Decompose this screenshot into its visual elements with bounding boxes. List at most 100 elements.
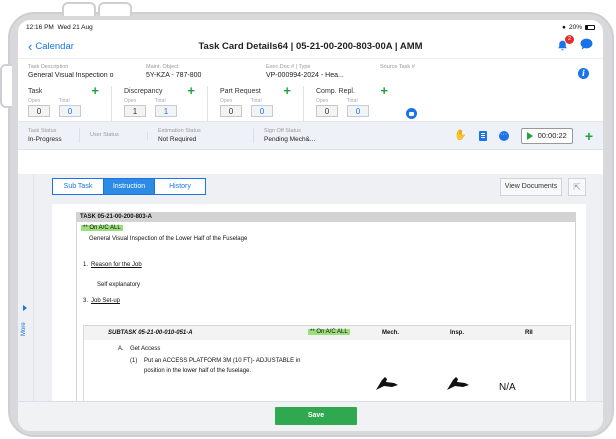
subtask-title: SUBTASK 05-21-00-010-051-A	[108, 330, 193, 336]
part-request-total-count[interactable]: 0	[251, 105, 273, 117]
info-icon[interactable]: i	[578, 68, 589, 79]
sub-step-number: (1)	[130, 358, 138, 364]
expand-arrow-icon	[23, 305, 27, 311]
comp-repl-total-count[interactable]: 0	[347, 105, 369, 117]
more-side-panel[interactable]: More	[18, 174, 34, 431]
hardware-button-side	[0, 64, 12, 108]
subtask-applicability: ** On A/C ALL	[308, 329, 350, 335]
estimation-status: Estimation Status Not Required	[158, 128, 254, 143]
comp-repl-open-count: 0	[316, 105, 338, 117]
discrepancy-open-count: 1	[124, 105, 146, 117]
discrepancy-total-count[interactable]: 1	[155, 105, 177, 117]
sub-step-title: Get Access	[130, 346, 161, 352]
open-label: Open	[316, 98, 329, 104]
task-counter-title: Task	[28, 87, 43, 95]
add-comp-repl-plus-icon[interactable]: +	[380, 84, 388, 97]
chat-button[interactable]	[580, 37, 593, 55]
back-label: Calendar	[35, 40, 74, 52]
signoff-status: Sign Off Status Pending Mech&...	[264, 128, 364, 143]
tab-history[interactable]: History	[154, 178, 206, 195]
part-request-counter: Part Request + Open Total 00	[220, 84, 304, 121]
hardware-button-top-right	[98, 2, 132, 16]
estimation-status-label: Estimation Status	[158, 128, 201, 134]
task-status-value: In-Progress	[28, 136, 62, 143]
maint-object-label: Maint. Object	[146, 64, 179, 70]
status-row: Task Status In-Progress User Status Esti…	[18, 122, 603, 150]
expand-fullscreen-icon[interactable]: ⇱	[568, 178, 586, 196]
comp-repl-counter-title: Comp. Repl.	[316, 87, 355, 95]
exec-doc: Exec.Doc # | Type VP-000994-2024 - Hea..…	[260, 64, 380, 82]
subtask-header-row: SUBTASK 05-21-00-010-051-A ** On A/C ALL…	[84, 326, 570, 340]
add-time-plus-icon[interactable]: +	[585, 129, 593, 143]
notification-badge: 2	[565, 35, 574, 44]
chat-bubble-icon	[580, 38, 593, 50]
save-button[interactable]: Save	[275, 407, 357, 425]
user-status: User Status	[90, 131, 148, 140]
task-description-value: General Visual Inspection o	[28, 72, 114, 79]
total-label: Total	[251, 98, 262, 104]
hardware-button-top-left	[62, 2, 96, 16]
hand-icon[interactable]: ✋	[454, 130, 466, 141]
sub-step-line: position in the lower half of the fusela…	[144, 368, 252, 374]
step-number: 3.	[83, 298, 89, 304]
page-title: Task Card Details64 | 05-21-00-200-803-0…	[198, 40, 423, 52]
task-body: ** On A/C ALL General Visual Inspection …	[76, 222, 576, 431]
part-request-counter-title: Part Request	[220, 87, 261, 95]
status-date: Wed 21 Aug	[57, 23, 93, 31]
mech-column-header: Mech.	[382, 330, 400, 336]
insp-column-header: Insp.	[450, 330, 465, 336]
source-task-label: Source Task #	[380, 64, 415, 70]
exec-doc-value: VP-000994-2024 - Hea...	[266, 72, 344, 79]
tab-sub-task[interactable]: Sub Task	[52, 178, 104, 195]
discrepancy-counter-title: Discrepancy	[124, 87, 163, 95]
camera-icon[interactable]	[406, 108, 417, 119]
task-description: Task Description General Visual Inspecti…	[28, 64, 138, 82]
applicability-highlight: ** On A/C ALL	[81, 225, 123, 231]
task-open-count: 0	[28, 105, 50, 117]
add-discrepancy-plus-icon[interactable]: +	[187, 84, 195, 97]
notifications-button[interactable]: 2	[556, 35, 574, 53]
more-options-icon[interactable]: ···	[498, 130, 509, 141]
task-details-row: Task Description General Visual Inspecti…	[18, 58, 603, 82]
open-label: Open	[124, 98, 137, 104]
content-area: More Sub Task Instruction History View D…	[18, 174, 603, 431]
app-screen: 12:16 PM Wed 21 Aug ● 20% ‹ Calendar Tas…	[18, 20, 603, 431]
add-part-request-plus-icon[interactable]: +	[283, 84, 291, 97]
comp-repl-counter: Comp. Repl. + Open Total 00	[316, 84, 400, 121]
user-status-label: User Status	[90, 131, 119, 138]
step-number: 1.	[83, 262, 89, 268]
navigation-bar: ‹ Calendar Task Card Details64 | 05-21-0…	[18, 34, 603, 58]
maint-object: Maint. Object 5Y-KZA - 787-800	[138, 64, 260, 82]
rii-value: N/A	[499, 382, 516, 393]
exec-doc-label: Exec.Doc # | Type	[266, 64, 311, 70]
mech-signature-icon[interactable]	[374, 374, 400, 392]
task-total-count[interactable]: 0	[59, 105, 81, 117]
insp-signature-icon[interactable]	[445, 374, 471, 392]
maint-object-value: 5Y-KZA - 787-800	[146, 72, 202, 79]
part-request-open-count: 0	[220, 105, 242, 117]
battery-icon	[585, 24, 595, 30]
open-label: Open	[28, 98, 41, 104]
counters-row: Task + Open Total 00 Discrepancy + Open Tota…	[18, 82, 603, 122]
step-title: Job Set-up	[91, 298, 121, 304]
document-icon[interactable]	[478, 130, 487, 141]
rii-column-header: RII	[525, 330, 533, 336]
total-label: Total	[347, 98, 358, 104]
step-text: Self explanatory	[97, 282, 141, 288]
task-counter: Task + Open Total 00	[28, 84, 112, 121]
task-status-label: Task Status	[28, 128, 57, 134]
view-documents-button[interactable]: View Documents	[500, 178, 562, 196]
sub-step-letter: A.	[118, 346, 124, 352]
instruction-document: TASK 05-21-00-200-803-A ** On A/C ALL Ge…	[52, 204, 586, 431]
wifi-icon: ●	[562, 23, 566, 31]
back-button[interactable]: ‹ Calendar	[28, 40, 74, 53]
tab-instruction[interactable]: Instruction	[103, 178, 155, 195]
play-icon[interactable]	[526, 131, 533, 140]
status-bar: 12:16 PM Wed 21 Aug ● 20%	[18, 20, 603, 34]
estimation-status-value: Not Required	[158, 136, 197, 143]
more-label: More	[21, 322, 27, 336]
total-label: Total	[155, 98, 166, 104]
add-task-plus-icon[interactable]: +	[91, 84, 99, 97]
status-time: 12:16 PM	[26, 23, 54, 31]
discrepancy-counter: Discrepancy + Open Total 11	[124, 84, 208, 121]
